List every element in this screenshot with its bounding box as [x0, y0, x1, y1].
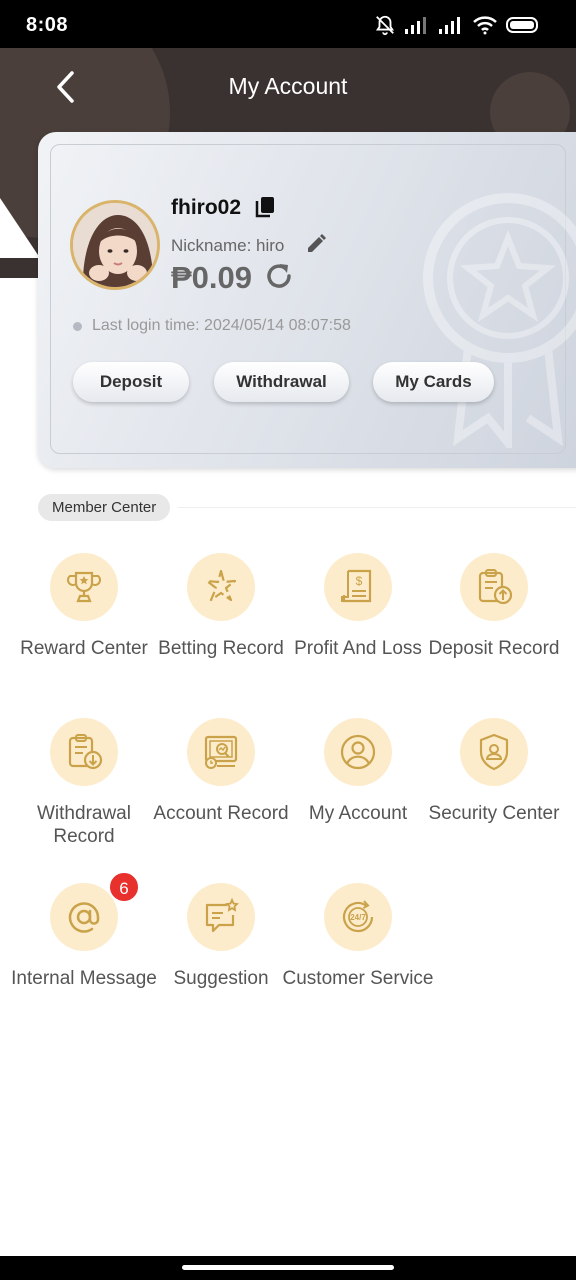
- at-icon: [50, 883, 118, 951]
- account-record-icon: [187, 718, 255, 786]
- svg-text:24/7: 24/7: [350, 913, 366, 922]
- status-bar: 8:08: [0, 0, 576, 48]
- deposit-clipboard-icon: [460, 553, 528, 621]
- menu-item-label: Deposit Record: [428, 638, 560, 659]
- menu-item-label: Security Center: [428, 803, 560, 824]
- menu-item-label: Customer Service: [282, 968, 434, 989]
- menu-item-label: Withdrawal Record: [37, 803, 131, 847]
- shield-user-icon: [460, 718, 528, 786]
- status-time: 8:08: [26, 14, 69, 36]
- home-gesture-handle[interactable]: [182, 1265, 394, 1270]
- username: fhiro02: [171, 196, 242, 219]
- menu-item-label: Reward Center: [20, 638, 148, 659]
- menu-item-label: Suggestion: [173, 968, 269, 989]
- betting-icon: [187, 553, 255, 621]
- wifi-icon: [473, 16, 497, 35]
- menu-item-label: Internal Message: [11, 968, 157, 989]
- avatar: [70, 200, 160, 290]
- menu-item-label: Profit And Loss: [294, 638, 422, 659]
- support-24-7-icon: 24/7: [324, 883, 392, 951]
- menu-item-label: Account Record: [153, 803, 289, 824]
- badge-decoration-icon: [423, 193, 576, 448]
- deposit-button[interactable]: Deposit: [73, 362, 189, 402]
- balance: ₱0.09: [171, 260, 253, 295]
- signal-icon: [439, 17, 460, 34]
- status-dot: [73, 322, 82, 331]
- signal-icon: [405, 17, 426, 34]
- edit-pencil-icon[interactable]: [304, 232, 328, 256]
- withdrawal-clipboard-icon: [50, 718, 118, 786]
- chat-star-icon: [187, 883, 255, 951]
- copy-icon[interactable]: [254, 195, 276, 219]
- divider: [178, 507, 576, 508]
- account-card: fhiro02 Nickname: hiro ₱0.09 Last login …: [38, 132, 576, 468]
- menu-item-label: My Account: [308, 803, 408, 824]
- document-dollar-icon: $: [324, 553, 392, 621]
- section-title-member-center: Member Center: [38, 494, 171, 521]
- status-icons: [374, 14, 540, 36]
- page-title: My Account: [228, 73, 348, 99]
- trophy-icon: [50, 553, 118, 621]
- withdrawal-button[interactable]: Withdrawal: [214, 362, 349, 402]
- notification-badge: 6: [108, 871, 140, 903]
- last-login-time: Last login time: 2024/05/14 08:07:58: [92, 317, 351, 334]
- my-cards-button[interactable]: My Cards: [373, 362, 494, 402]
- refresh-icon[interactable]: [263, 260, 295, 292]
- user-icon: [324, 718, 392, 786]
- nickname: Nickname: hiro: [171, 236, 285, 255]
- battery-icon: [506, 17, 538, 33]
- menu-item-label: Betting Record: [158, 638, 284, 659]
- bell-muted-icon: [375, 15, 395, 36]
- svg-text:$: $: [356, 574, 363, 588]
